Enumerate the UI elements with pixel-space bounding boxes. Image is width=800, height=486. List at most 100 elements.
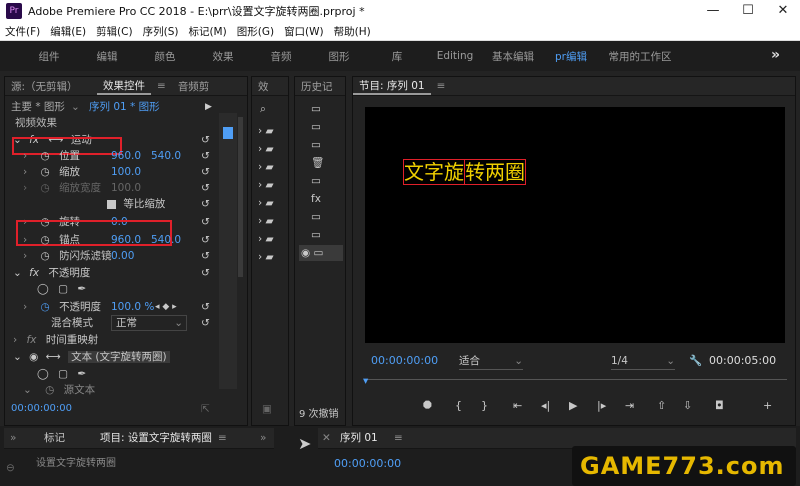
folder-row[interactable]: › ▰ (258, 195, 274, 211)
folder-row[interactable]: › ▰ (258, 249, 274, 265)
opacity-value[interactable]: 100.0 % (111, 299, 154, 315)
workspace-tab-common[interactable]: 常用的工作区 (600, 49, 680, 64)
tab-effect-controls[interactable]: 效果控件 (97, 78, 151, 95)
search-icon[interactable]: ⌕ (260, 101, 266, 117)
more-tabs-icon[interactable]: » (260, 430, 266, 446)
blend-mode-dropdown[interactable]: 正常 ⌄ (111, 315, 187, 331)
reset-icon[interactable]: ↺ (201, 196, 210, 212)
go-to-in-icon[interactable]: ⇤ (513, 399, 522, 412)
reset-icon[interactable]: ↺ (201, 248, 210, 264)
workspace-tab-graphics[interactable]: 图形 (310, 49, 368, 64)
tab-effects[interactable]: 效 (252, 79, 275, 94)
tab-menu-icon[interactable]: ≡ (431, 80, 452, 92)
history-item[interactable]: fx (311, 191, 321, 207)
sequence-clip-label[interactable]: 序列 01 * 图形 (89, 99, 160, 115)
collapse-arrow-icon[interactable]: ⌄ (13, 267, 22, 279)
project-item-label[interactable]: 设置文字旋转两圈 (36, 456, 116, 472)
export-frame-icon[interactable]: ⇱ (201, 401, 210, 417)
selection-tool-icon[interactable]: ➤ (298, 436, 311, 452)
rectangle-mask-icon[interactable]: ▢ (58, 368, 68, 380)
position-x-value[interactable]: 960.0 (111, 148, 141, 164)
add-button-icon[interactable]: + (763, 399, 772, 412)
workspace-tab-libraries[interactable]: 库 (368, 49, 426, 64)
video-canvas[interactable]: 文字旋转两圈 (365, 107, 785, 343)
folder-row[interactable]: › ▰ (258, 213, 274, 229)
expand-arrow-icon[interactable]: › (13, 334, 17, 346)
workspace-tab-assembly[interactable]: 组件 (20, 49, 78, 64)
pen-mask-icon[interactable]: ✒ (77, 368, 86, 380)
flicker-value[interactable]: 0.00 (111, 248, 134, 264)
graphic-clip-bar[interactable] (223, 127, 233, 139)
rectangle-mask-icon[interactable]: ▢ (58, 283, 68, 295)
scale-value[interactable]: 100.0 (111, 164, 141, 180)
text-layer-label[interactable]: 文本 (文字旋转两圈) (68, 351, 170, 363)
keyframe-nav-icon[interactable]: ◂ ◆ ▸ (155, 299, 177, 315)
history-item[interactable]: ▭ (311, 101, 321, 117)
reset-icon[interactable]: ↺ (201, 148, 210, 164)
ellipse-mask-icon[interactable]: ◯ (37, 368, 49, 380)
pen-mask-icon[interactable]: ✒ (77, 283, 86, 295)
tab-project[interactable]: 项目: 设置文字旋转两圈 (100, 430, 212, 446)
workspace-tab-pr-edit[interactable]: pr编辑 (542, 49, 600, 64)
add-marker-icon[interactable]: ⯃ (423, 399, 432, 413)
tab-program[interactable]: 节目: 序列 01 (353, 78, 431, 95)
ellipse-mask-icon[interactable]: ◯ (37, 283, 49, 295)
tab-source[interactable]: 源:（无剪辑） (5, 79, 97, 94)
fit-dropdown[interactable]: 适合 ⌄ (459, 353, 523, 370)
reset-icon[interactable]: ↺ (201, 132, 210, 148)
history-item-selected[interactable]: ◉ ▭ (299, 245, 343, 261)
reset-icon[interactable]: ↺ (201, 164, 210, 180)
new-bin-icon[interactable]: ▣ (262, 401, 272, 417)
wrench-icon[interactable]: 🔧 (689, 353, 702, 369)
play-only-icon[interactable]: ▶ (205, 99, 212, 115)
scrollbar[interactable] (238, 117, 243, 277)
reset-icon[interactable]: ↺ (201, 299, 210, 315)
workspace-more-icon[interactable]: » (771, 47, 780, 63)
anchor-y-value[interactable]: 540.0 (151, 232, 181, 248)
tab-menu-icon[interactable]: ≡ (151, 80, 172, 92)
program-timecode[interactable]: 00:00:00:00 (371, 353, 438, 369)
menu-window[interactable]: 窗口(W) (279, 24, 329, 39)
position-y-value[interactable]: 540.0 (151, 148, 181, 164)
minimize-button[interactable]: — (696, 0, 730, 22)
menu-graphics[interactable]: 图形(G) (232, 24, 279, 39)
close-button[interactable]: ✕ (766, 0, 800, 22)
menu-sequence[interactable]: 序列(S) (138, 24, 184, 39)
history-item[interactable]: ▭ (311, 227, 321, 243)
mark-out-icon[interactable]: } (481, 399, 488, 412)
tab-menu-icon[interactable]: ≡ (218, 430, 227, 446)
extract-icon[interactable]: ⇩ (683, 399, 692, 412)
close-tab-icon[interactable]: ✕ (322, 430, 331, 446)
go-to-out-icon[interactable]: ⇥ (625, 399, 634, 412)
reset-icon[interactable]: ↺ (201, 214, 210, 230)
reset-icon[interactable]: ↺ (201, 265, 210, 281)
stopwatch-icon[interactable]: ◷ (41, 250, 50, 262)
uniform-scale-checkbox[interactable] (107, 199, 116, 209)
mini-timeline[interactable] (219, 113, 237, 389)
overlay-text-box[interactable]: 文字旋转两圈 (403, 159, 526, 185)
tab-sequence[interactable]: 序列 01 (340, 430, 378, 446)
workspace-tab-editing[interactable]: 编辑 (78, 49, 136, 64)
history-item[interactable]: ▭ (311, 137, 321, 153)
workspace-tab-effects[interactable]: 效果 (194, 49, 252, 64)
maximize-button[interactable]: ☐ (731, 0, 765, 22)
visibility-eye-icon[interactable]: ◉ (29, 351, 38, 363)
folder-row[interactable]: › ▰ (258, 177, 274, 193)
playhead-icon[interactable]: ▾ (363, 373, 368, 389)
menu-edit[interactable]: 编辑(E) (45, 24, 91, 39)
effect-controls-timecode[interactable]: 00:00:00:00 (11, 401, 72, 417)
tab-audio-clip-mixer[interactable]: 音频剪 (172, 79, 216, 94)
history-item[interactable]: ▭ (311, 209, 321, 225)
play-icon[interactable]: ▶ (569, 399, 577, 412)
step-forward-icon[interactable]: |▸ (597, 399, 606, 412)
menu-clip[interactable]: 剪辑(C) (91, 24, 138, 39)
time-ruler[interactable] (367, 379, 787, 380)
clip-dropdown-icon[interactable]: ⌄ (71, 99, 80, 115)
tab-history[interactable]: 历史记 (295, 79, 339, 94)
folder-row[interactable]: › ▰ (258, 123, 274, 139)
stopwatch-icon[interactable]: ◷ (41, 150, 50, 162)
tab-markers[interactable]: 标记 (44, 430, 65, 446)
history-item[interactable]: ▭ (311, 119, 321, 135)
menu-file[interactable]: 文件(F) (0, 24, 45, 39)
mark-in-icon[interactable]: { (455, 399, 462, 412)
